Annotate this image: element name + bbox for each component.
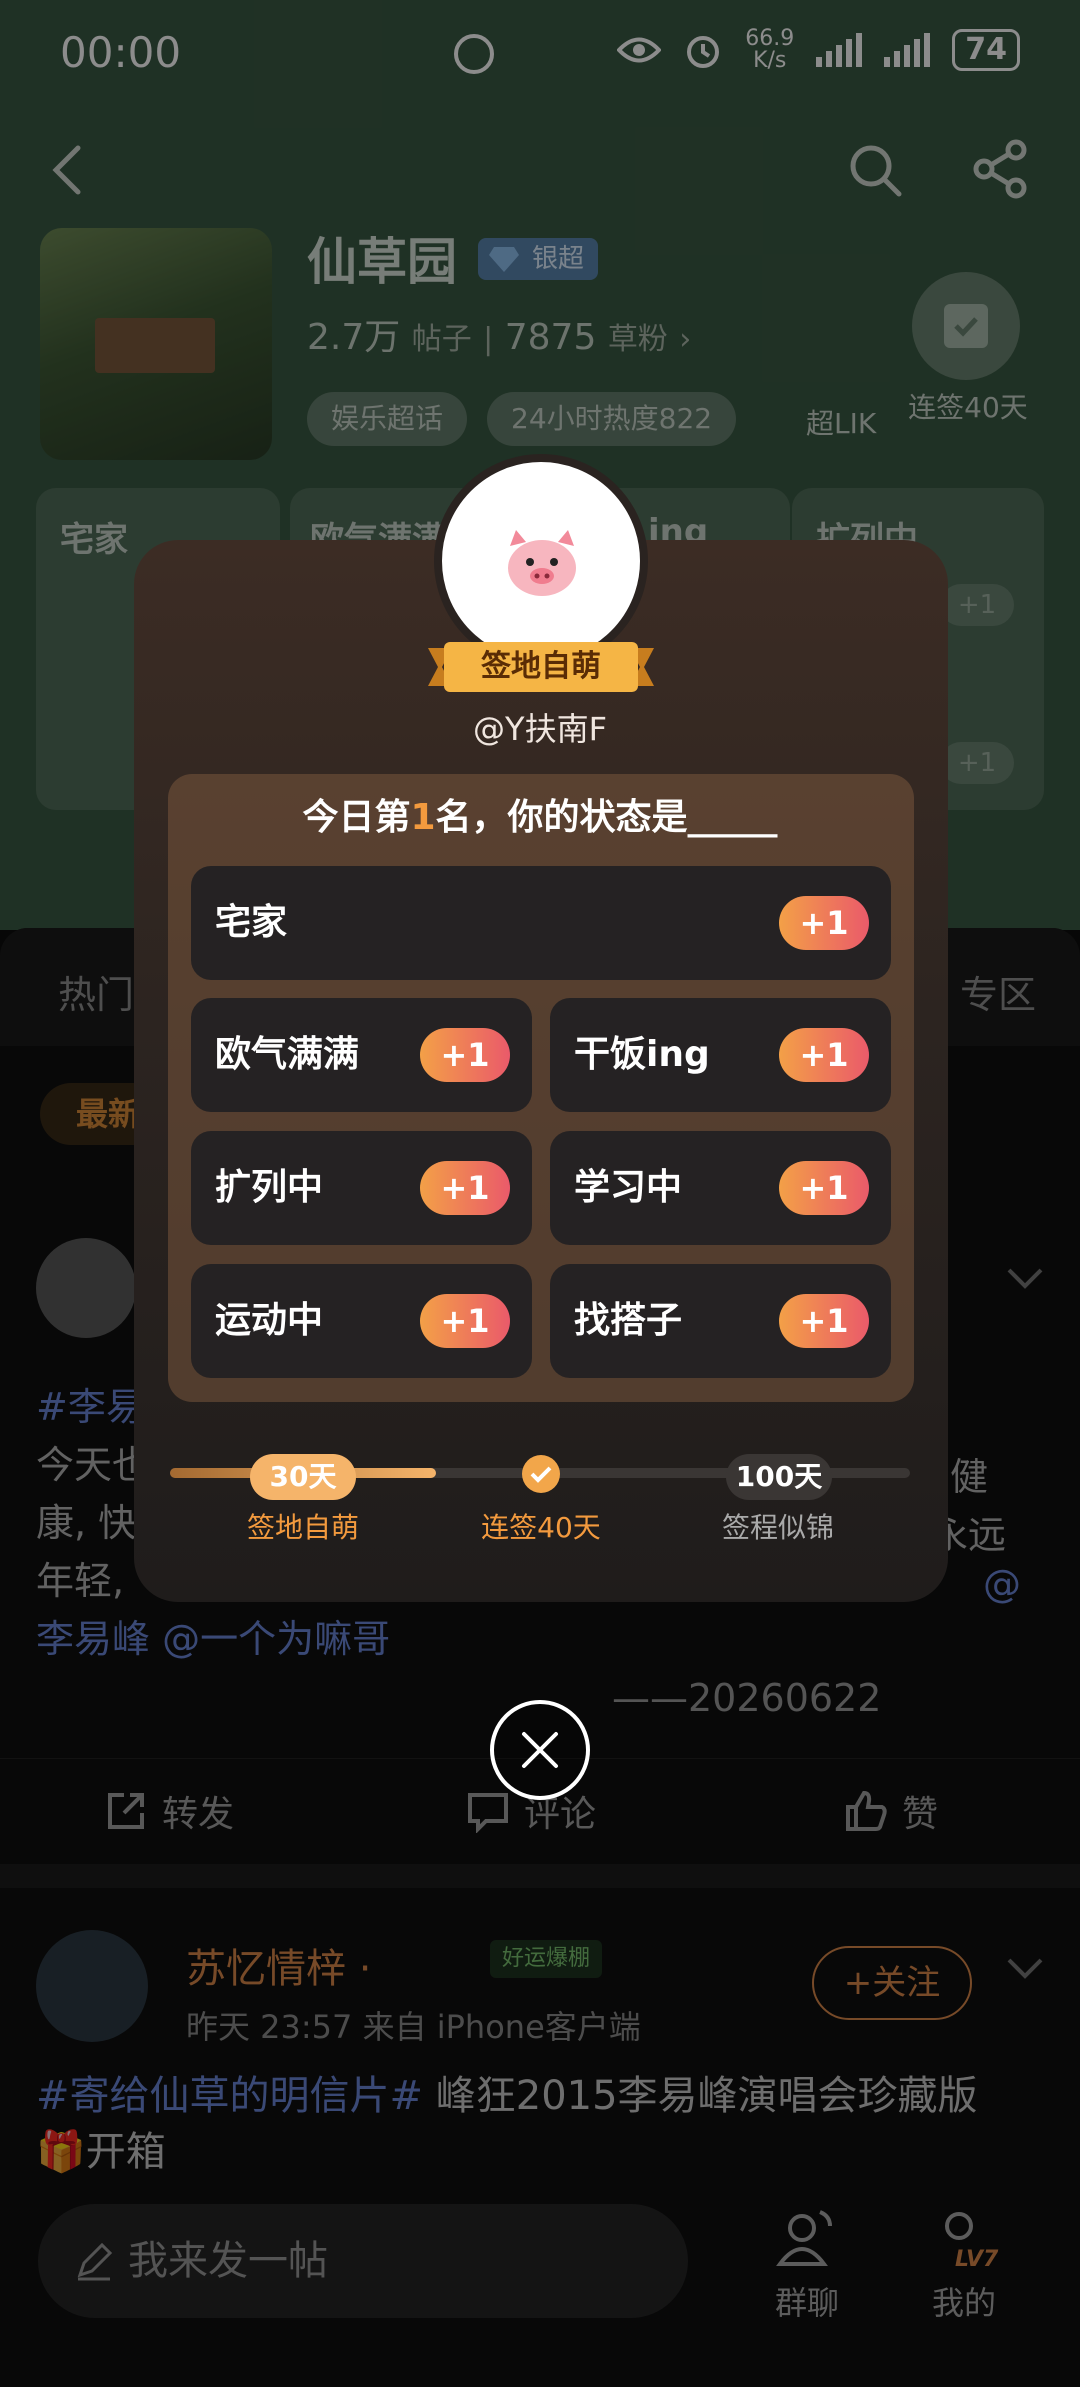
plus-one-button[interactable]: +1 [779, 1028, 869, 1082]
close-icon [522, 1732, 558, 1768]
option-label: 扩列中 [215, 1167, 324, 1208]
plus-one-button[interactable]: +1 [420, 1294, 510, 1348]
milestone-100: 100天 [726, 1454, 832, 1500]
option-zhaodazi[interactable]: 找搭子 +1 [550, 1264, 891, 1378]
pig-avatar-icon [508, 530, 576, 596]
option-ouqi[interactable]: 欧气满满 +1 [191, 998, 532, 1112]
option-label: 找搭子 [574, 1300, 683, 1341]
milestone-30: 30天 [250, 1454, 356, 1500]
option-zhaijia[interactable]: 宅家 +1 [191, 866, 891, 980]
option-label: 欧气满满 [215, 1034, 360, 1075]
milestone-30-label: 签地自萌 [246, 1511, 359, 1544]
rank-number: 1 [410, 797, 436, 838]
option-label: 宅家 [215, 902, 288, 943]
plus-one-button[interactable]: +1 [420, 1028, 510, 1082]
milestone-40-check-icon [522, 1455, 560, 1493]
option-kuolie[interactable]: 扩列中 +1 [191, 1131, 532, 1245]
plus-one-button[interactable]: +1 [779, 1294, 869, 1348]
milestone-40-label: 连签40天 [481, 1511, 601, 1544]
option-ganfan[interactable]: 干饭ing +1 [550, 998, 891, 1112]
option-label: 运动中 [215, 1300, 324, 1341]
close-button[interactable] [490, 1700, 590, 1800]
option-xuexi[interactable]: 学习中 +1 [550, 1131, 891, 1245]
milestone-100-label: 签程似锦 [721, 1511, 834, 1544]
option-label: 学习中 [574, 1167, 683, 1208]
user-avatar [434, 454, 648, 668]
plus-one-button[interactable]: +1 [420, 1161, 510, 1215]
ribbon-title: 签地自萌 [481, 649, 601, 684]
plus-one-button[interactable]: +1 [779, 896, 869, 950]
option-yundong[interactable]: 运动中 +1 [191, 1264, 532, 1378]
question-prefix: 今日第 [302, 797, 411, 838]
question-suffix: 名，你的状态是_____ [435, 797, 778, 838]
option-label: 干饭ing [574, 1034, 710, 1075]
plus-one-button[interactable]: +1 [779, 1161, 869, 1215]
username: @Y扶南F [473, 710, 607, 748]
state-question: 今日第1名，你的状态是_____ [0, 788, 1080, 840]
